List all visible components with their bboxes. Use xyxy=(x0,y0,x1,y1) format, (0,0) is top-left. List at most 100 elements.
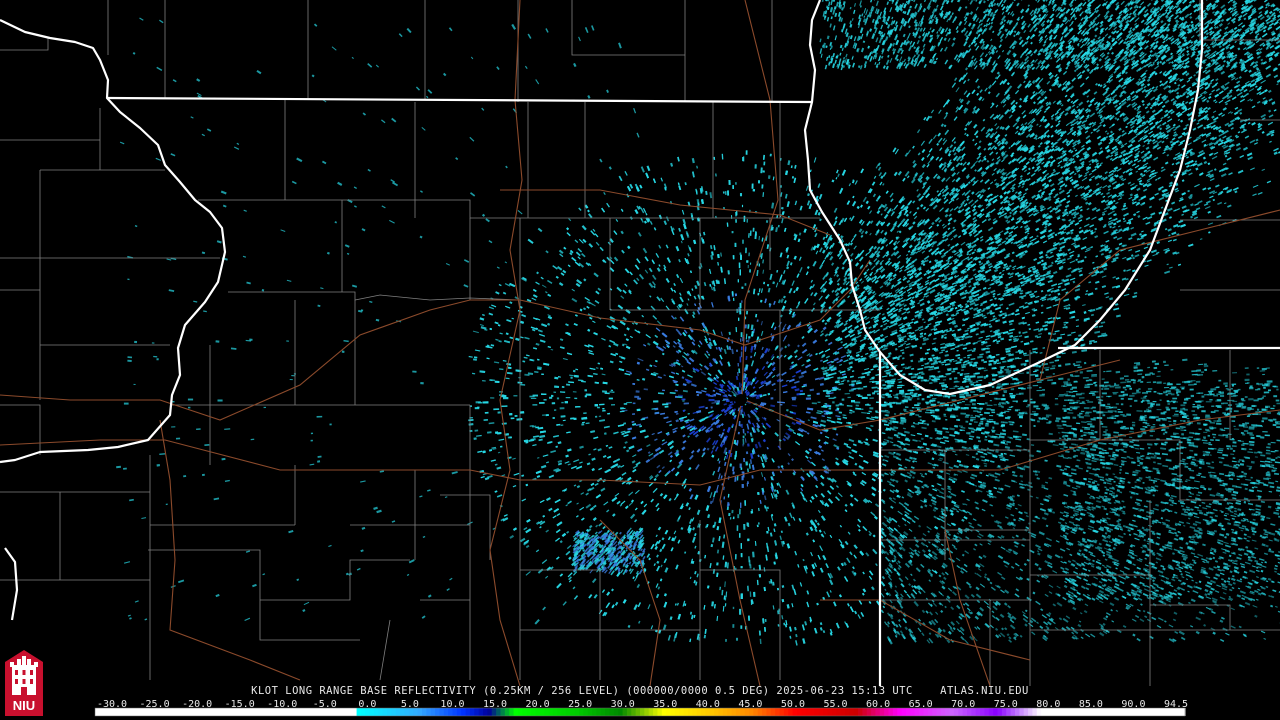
legend-color-segment xyxy=(958,708,964,716)
legend-color-segment xyxy=(897,708,903,716)
legend-color-segment xyxy=(1036,708,1042,716)
legend-color-segment xyxy=(570,708,576,716)
legend-color-segment xyxy=(722,708,728,716)
legend-color-segment xyxy=(234,708,240,716)
legend-color-segment xyxy=(949,708,955,716)
legend-color-segment xyxy=(142,708,148,716)
legend-color-segment xyxy=(1001,708,1007,716)
legend-color-segment xyxy=(753,708,759,716)
legend-color-segment xyxy=(1119,708,1125,716)
legend-color-segment xyxy=(1145,708,1151,716)
legend-color-segment xyxy=(1071,708,1077,716)
legend-color-segment xyxy=(718,708,724,716)
legend-color-segment xyxy=(1049,708,1055,716)
legend-color-segment xyxy=(1110,708,1116,716)
legend-color-segment xyxy=(378,708,384,716)
legend-color-segment xyxy=(653,708,659,716)
legend-color-segment xyxy=(491,708,497,716)
legend-color-segment xyxy=(840,708,846,716)
legend-color-segment xyxy=(1093,708,1099,716)
legend-color-segment xyxy=(369,708,375,716)
legend-color-segment xyxy=(1058,708,1064,716)
legend-color-segment xyxy=(1137,708,1142,716)
legend-color-segment xyxy=(1132,708,1138,716)
radar-map[interactable] xyxy=(0,0,1280,686)
legend-color-segment xyxy=(919,708,924,716)
legend-color-segment xyxy=(317,708,323,716)
legend-color-segment xyxy=(173,708,179,716)
legend-color-segment xyxy=(238,708,244,716)
legend-color-segment xyxy=(278,708,284,716)
legend-color-segment xyxy=(452,708,458,716)
radar-site-marker[interactable] xyxy=(735,394,747,406)
legend-color-segment xyxy=(766,708,772,716)
legend-color-segment xyxy=(1062,708,1068,716)
legend-color-segment xyxy=(831,708,837,716)
legend-color-segment xyxy=(500,708,506,716)
legend-color-segment xyxy=(465,708,471,716)
legend-color-segment xyxy=(204,708,209,716)
legend-color-segment xyxy=(1045,708,1051,716)
legend-color-segment xyxy=(561,708,567,716)
legend-color-segment xyxy=(648,708,654,716)
legend-color-segment xyxy=(164,708,170,716)
legend-color-segment xyxy=(513,708,519,716)
legend-color-segment xyxy=(387,708,393,716)
legend-color-segment xyxy=(1067,708,1073,716)
legend-color-segment xyxy=(448,708,454,716)
legend-color-segment xyxy=(474,708,480,716)
legend-color-segment xyxy=(243,708,249,716)
legend-color-segment xyxy=(749,708,754,716)
legend-color-segment xyxy=(1019,708,1025,716)
legend-color-segment xyxy=(212,708,218,716)
legend-color-segment xyxy=(1010,708,1016,716)
legend-color-segment xyxy=(1115,708,1121,716)
legend-color-segment xyxy=(256,708,262,716)
legend-color-segment xyxy=(674,708,680,716)
legend-color-segment xyxy=(910,708,916,716)
legend-color-segment xyxy=(330,708,336,716)
legend-color-segment xyxy=(1084,708,1090,716)
legend-color-segment xyxy=(892,708,898,716)
legend-color-segment xyxy=(439,708,445,716)
legend-color-segment xyxy=(583,708,589,716)
legend-color-segment xyxy=(626,708,632,716)
legend-color-segment xyxy=(744,708,750,716)
legend-color-segment xyxy=(374,708,379,716)
legend-color-segment xyxy=(565,708,571,716)
legend-color-segment xyxy=(788,708,794,716)
legend-color-segment xyxy=(121,708,127,716)
legend-color-segment xyxy=(417,708,423,716)
legend-color-segment xyxy=(1106,708,1112,716)
legend-color-segment xyxy=(1123,708,1129,716)
county-borders xyxy=(0,0,1280,686)
legend-color-segment xyxy=(762,708,768,716)
legend-color-segment xyxy=(535,708,541,716)
legend-color-segment xyxy=(635,708,641,716)
legend-color-segment xyxy=(578,708,584,716)
legend-color-segment xyxy=(347,708,353,716)
legend-color-segment xyxy=(435,708,441,716)
legend-color-segment xyxy=(988,708,994,716)
legend-color-segment xyxy=(1167,708,1173,716)
legend-color-segment xyxy=(147,708,153,716)
legend-color-segment xyxy=(177,708,183,716)
legend-color-segment xyxy=(422,708,427,716)
legend-color-segment xyxy=(592,708,597,716)
legend-color-segment xyxy=(574,708,580,716)
legend-color-segment xyxy=(735,708,741,716)
legend-color-segment xyxy=(413,708,419,716)
legend-color-segment xyxy=(587,708,593,716)
legend-color-segment xyxy=(709,708,715,716)
legend-color-segment xyxy=(679,708,685,716)
legend-color-segment xyxy=(308,708,314,716)
legend-color-segment xyxy=(801,708,807,716)
legend-color-segment xyxy=(1154,708,1160,716)
legend-color-segment xyxy=(496,708,502,716)
legend-color-segment xyxy=(605,708,611,716)
legend-color-segment xyxy=(487,708,493,716)
legend-color-segment xyxy=(156,708,161,716)
legend-color-segment xyxy=(265,708,270,716)
legend-color-segment xyxy=(282,708,288,716)
legend-color-segment xyxy=(304,708,310,716)
